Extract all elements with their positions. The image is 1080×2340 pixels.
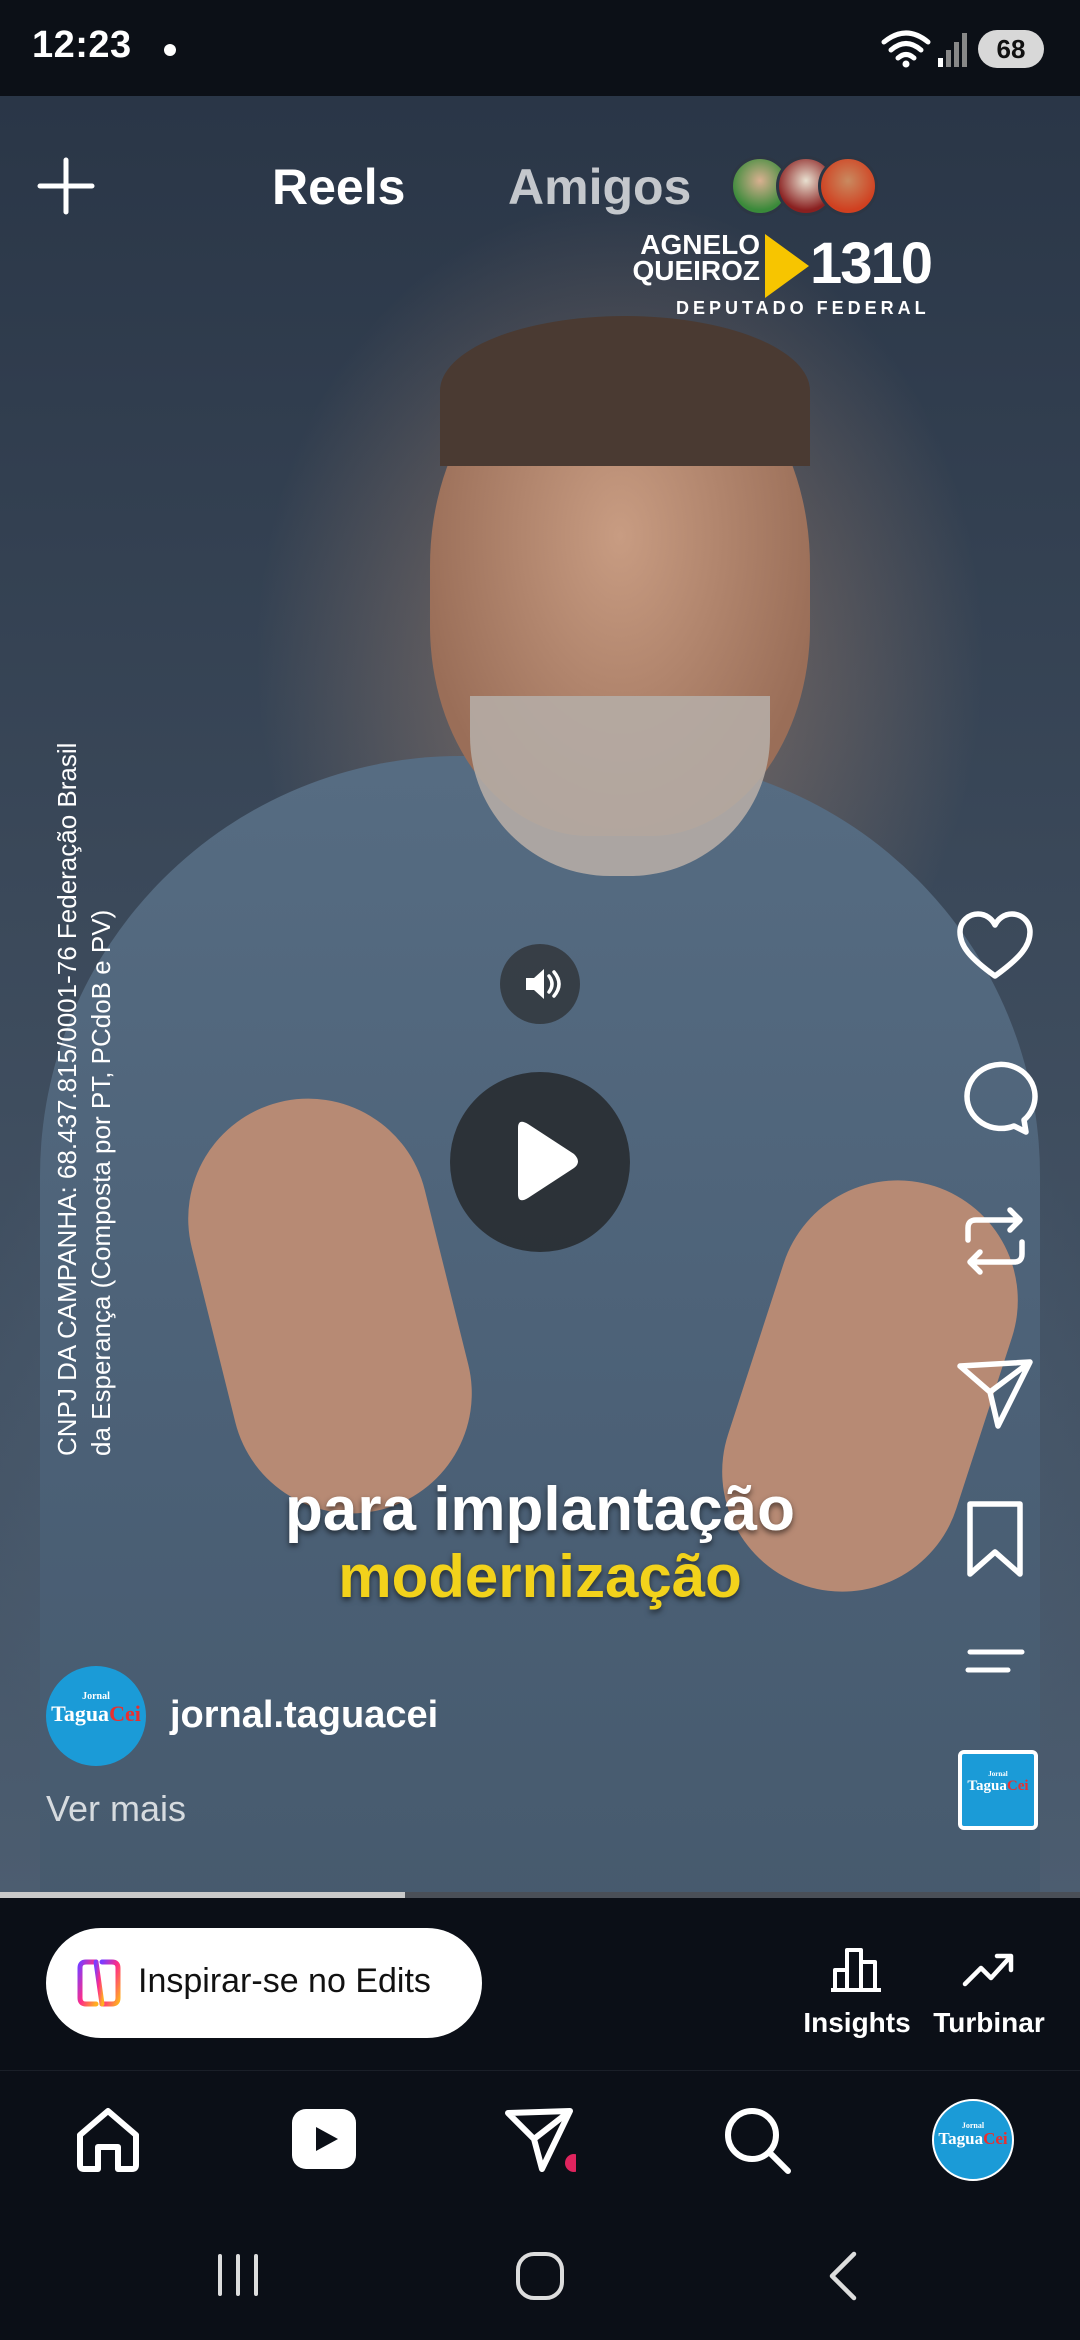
plus-icon[interactable]	[34, 154, 98, 218]
bar-chart-icon	[831, 1948, 881, 1992]
avatar-logo-main: Tagua	[51, 1701, 110, 1726]
system-nav	[0, 2210, 1080, 2340]
status-bar: 12:23 68	[0, 0, 1080, 96]
play-icon	[518, 1121, 578, 1201]
messages-icon[interactable]	[500, 2101, 576, 2177]
logo-name-line: QUEIROZ	[632, 255, 760, 286]
home-button-icon[interactable]	[510, 2246, 570, 2306]
see-more-link[interactable]: Ver mais	[46, 1788, 186, 1830]
trending-up-icon	[962, 1953, 1014, 1987]
reels-icon[interactable]	[286, 2101, 362, 2177]
profile-logo-main: Tagua	[938, 2129, 984, 2148]
inspire-edits-label: Inspirar-se no Edits	[138, 1962, 431, 2000]
insights-button[interactable]: Insights	[782, 1944, 932, 2039]
avatar-logo-accent: Cei	[109, 1701, 141, 1726]
boost-button[interactable]: Turbinar	[930, 1944, 1048, 2039]
logo-subtitle: DEPUTADO FEDERAL	[676, 298, 930, 318]
disclaimer-line: CNPJ DA CAMPANHA: 68.437.815/0001-76 Fed…	[52, 742, 82, 1456]
video-caption-line2: modernização	[338, 1543, 742, 1610]
logo-name: AGNELO QUEIROZ	[630, 231, 760, 286]
heart-icon[interactable]	[950, 902, 1040, 992]
signal-icon	[938, 33, 967, 67]
tab-reels[interactable]: Reels	[272, 158, 405, 216]
share-icon[interactable]	[950, 1348, 1040, 1438]
bottom-nav: Jornal TaguaCei	[0, 2070, 1080, 2211]
battery-icon: 68	[978, 30, 1044, 68]
profile-avatar[interactable]: Jornal TaguaCei	[932, 2099, 1014, 2181]
author-username[interactable]: jornal.taguacei	[170, 1694, 438, 1737]
video-caption-line1: para implantação	[285, 1475, 795, 1544]
tab-friends[interactable]: Amigos	[508, 158, 691, 216]
home-icon[interactable]	[70, 2101, 146, 2177]
author-avatar[interactable]: Jornal TaguaCei	[46, 1666, 146, 1766]
audio-thumbnail[interactable]: Jornal TaguaCei	[958, 1750, 1038, 1830]
video-person-hair	[440, 316, 810, 466]
wifi-icon	[881, 30, 931, 68]
back-icon[interactable]	[820, 2248, 870, 2304]
profile-logo-small: Jornal	[961, 2121, 985, 2130]
inspire-edits-button[interactable]: Inspirar-se no Edits	[46, 1928, 482, 2038]
disclaimer-line: da Esperança (Composta por PT, PCdoB e P…	[86, 909, 116, 1456]
boost-label: Turbinar	[933, 2007, 1045, 2038]
play-button[interactable]	[450, 1072, 630, 1252]
edits-icon	[77, 1959, 121, 2007]
logo-number: 1310	[810, 231, 933, 296]
thumb-logo-accent: Cei	[1006, 1778, 1029, 1794]
campaign-logo: AGNELO QUEIROZ 1310 DEPUTADO FEDERAL	[630, 228, 970, 319]
thumb-logo-main: Tagua	[967, 1778, 1007, 1794]
edits-bar: Inspirar-se no Edits Insights Turbinar	[0, 1898, 1080, 2070]
more-icon[interactable]	[950, 1616, 1040, 1706]
search-icon[interactable]	[718, 2101, 794, 2177]
bookmark-icon[interactable]	[950, 1494, 1040, 1584]
reel-video[interactable]: CNPJ DA CAMPANHA: 68.437.815/0001-76 Fed…	[0, 96, 1080, 1896]
thumb-logo-small: Jornal	[988, 1770, 1008, 1778]
recents-icon[interactable]	[210, 2250, 266, 2300]
status-time: 12:23	[32, 24, 132, 66]
campaign-disclaimer: CNPJ DA CAMPANHA: 68.437.815/0001-76 Fed…	[50, 706, 118, 1456]
friend-avatar[interactable]	[818, 156, 878, 216]
profile-logo-accent: Cei	[983, 2129, 1008, 2148]
notification-dot-icon	[164, 44, 176, 56]
speaker-icon	[526, 969, 561, 999]
repost-icon[interactable]	[950, 1196, 1040, 1286]
logo-triangle-icon	[765, 234, 809, 298]
sound-button[interactable]	[500, 944, 580, 1024]
insights-label: Insights	[803, 2007, 911, 2038]
comment-icon[interactable]	[950, 1052, 1040, 1142]
avatar-logo-small: Jornal	[82, 1691, 110, 1702]
